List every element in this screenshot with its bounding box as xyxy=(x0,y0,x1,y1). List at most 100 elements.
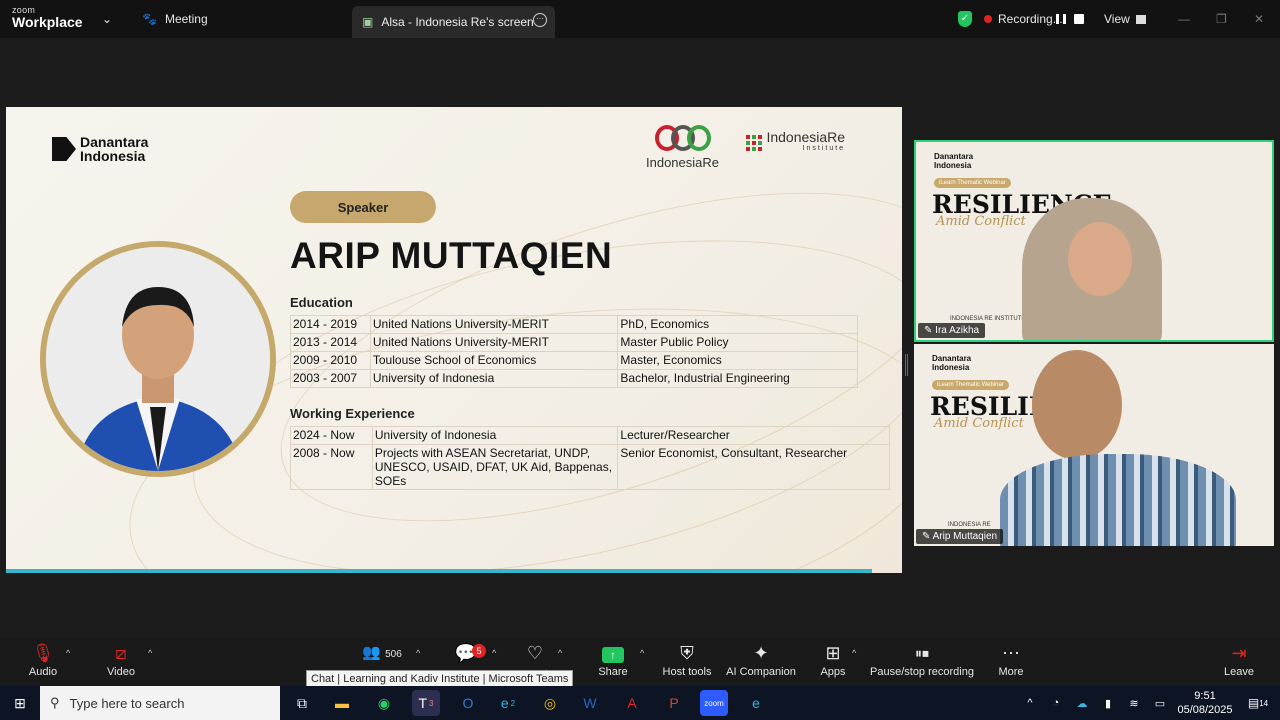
indonesiare-logo-text: IndonesiaRe xyxy=(646,155,719,170)
speaker-pill: Speaker xyxy=(290,191,436,223)
clock-time: 9:51 xyxy=(1194,690,1216,702)
pause-recording-button[interactable] xyxy=(1056,0,1066,38)
work-role: Lecturer/Researcher xyxy=(617,426,890,445)
windows-start-icon[interactable]: ⊞ xyxy=(6,690,34,716)
ai-companion-button[interactable]: ✦ AI Companion xyxy=(722,640,800,686)
chevron-down-icon[interactable]: ⌄ xyxy=(102,0,112,38)
meeting-label: Meeting xyxy=(164,12,208,26)
meeting-stage: Danantara Indonesia IndonesiaRe Indonesi… xyxy=(0,38,1280,638)
education-degree: Master Public Policy xyxy=(617,333,858,352)
teams-icon[interactable]: T3 xyxy=(412,690,440,716)
education-table: 2014 - 2019 United Nations University-MER… xyxy=(290,315,858,388)
zoom-app-icon[interactable]: zoom xyxy=(700,690,728,716)
view-menu[interactable]: View xyxy=(1104,0,1146,38)
tile-subtitle: Amid Conflict xyxy=(936,214,1026,229)
battery-icon[interactable]: ▮ xyxy=(1094,690,1122,716)
pause-stop-recording-button[interactable]: ⏸⏹ Pause/stop recording xyxy=(870,640,974,686)
chevron-up-icon[interactable]: ^ xyxy=(1016,690,1044,716)
taskbar-search[interactable]: ⚲ Type here to search xyxy=(40,686,280,720)
chat-badge: 5 xyxy=(472,644,486,658)
share-caret[interactable]: ^ xyxy=(640,648,644,658)
onedrive-icon[interactable]: ☁ xyxy=(1068,690,1096,716)
participants-caret[interactable]: ^ xyxy=(416,648,420,658)
education-years: 2003 - 2007 xyxy=(290,369,371,388)
education-institution: United Nations University-MERIT xyxy=(369,315,619,334)
meeting-menu[interactable]: 🐾 Meeting xyxy=(142,0,208,38)
pin-icon: ✎ xyxy=(922,531,933,542)
participant-tile[interactable]: Danantara Indonesia iLearn Thematic Webin… xyxy=(914,140,1274,342)
tile-tag: iLearn Thematic Webinar xyxy=(932,380,1009,390)
video-options-caret[interactable]: ^ xyxy=(148,648,152,658)
apps-label: Apps xyxy=(820,666,846,678)
whatsapp-icon[interactable]: ◉ xyxy=(370,690,398,716)
network-status-icon[interactable]: ◔ xyxy=(1042,690,1070,716)
work-heading: Working Experience xyxy=(290,406,415,421)
edge-icon[interactable]: e2 xyxy=(494,690,522,716)
taskbar-clock[interactable]: 9:51 05/08/2025 xyxy=(1172,689,1238,717)
tile-footer: INDONESIA RE xyxy=(948,522,991,528)
leave-button[interactable]: ⇥ Leave xyxy=(1204,640,1274,686)
chat-caret[interactable]: ^ xyxy=(492,648,496,658)
zoom-logo: zoom Workplace xyxy=(12,6,83,30)
more-options-icon[interactable]: ··· xyxy=(533,13,547,27)
education-years: 2013 - 2014 xyxy=(290,333,371,352)
danantara-mark-icon xyxy=(52,137,76,161)
splitter-handle[interactable] xyxy=(905,354,908,376)
close-button[interactable]: ✕ xyxy=(1254,0,1264,38)
file-explorer-icon[interactable]: ▬ xyxy=(328,690,356,716)
education-years: 2014 - 2019 xyxy=(290,315,371,334)
tile-footer: INDONESIA RE INSTITUTE xyxy=(950,316,1026,322)
share-button[interactable]: ↑ Share xyxy=(578,640,648,686)
danantara-logo: Danantara Indonesia xyxy=(52,135,190,163)
task-view-icon[interactable]: ⧉ xyxy=(288,690,316,716)
stop-recording-button[interactable] xyxy=(1074,0,1084,38)
apps-caret[interactable]: ^ xyxy=(852,648,856,658)
tile-tag: iLearn Thematic Webinar xyxy=(934,178,1011,188)
maximize-button[interactable]: ❐ xyxy=(1216,0,1227,38)
wifi-icon[interactable]: ≋ xyxy=(1120,690,1148,716)
pause-icon xyxy=(1056,14,1066,24)
video-off-icon: ⧄ xyxy=(115,643,127,663)
video-button[interactable]: ⧄ Video xyxy=(86,640,156,686)
host-tools-label: Host tools xyxy=(662,666,712,678)
search-icon: ⚲ xyxy=(50,695,60,710)
share-label: Share xyxy=(598,666,628,678)
audio-options-caret[interactable]: ^ xyxy=(66,648,70,658)
education-heading: Education xyxy=(290,295,353,310)
shield-icon: ⛨ xyxy=(680,643,694,663)
education-row: 2013 - 2014 United Nations University-MER… xyxy=(290,333,858,352)
more-button[interactable]: ⋯ More xyxy=(976,640,1046,686)
participant-tile[interactable]: Danantara Indonesia iLearn Thematic Webin… xyxy=(914,344,1274,546)
recording-label: Recording... xyxy=(998,12,1063,26)
participant-name-label: ✎ Ira Azikha xyxy=(918,323,986,338)
outlook-icon[interactable]: O xyxy=(454,690,482,716)
dots-icon xyxy=(746,135,762,151)
minimize-button[interactable]: — xyxy=(1178,0,1190,38)
reactions-caret[interactable]: ^ xyxy=(558,648,562,658)
teams-badge: 3 xyxy=(429,698,434,708)
slide-progress-bar xyxy=(6,569,872,573)
display-icon[interactable]: ▭ xyxy=(1146,690,1174,716)
host-tools-button[interactable]: ⛨ Host tools xyxy=(652,640,722,686)
apps-button[interactable]: ⊞ Apps xyxy=(798,640,868,686)
shield-check-icon[interactable]: ✓ xyxy=(958,0,972,38)
institute-logo: IndonesiaRe Institute xyxy=(746,130,845,155)
apps-icon: ⊞ xyxy=(825,643,841,663)
work-org: University of Indonesia xyxy=(371,426,619,445)
audio-button[interactable]: 🎙 Audio xyxy=(8,640,78,686)
powerpoint-icon[interactable]: P xyxy=(660,690,688,716)
chrome-icon[interactable]: ◎ xyxy=(536,690,564,716)
edge-alt-icon[interactable]: e xyxy=(742,690,770,716)
education-degree: PhD, Economics xyxy=(617,315,858,334)
participant-face xyxy=(1068,222,1132,296)
screen-share-tab[interactable]: ▣ Alsa - Indonesia Re's screen ··· xyxy=(352,6,555,38)
acrobat-icon[interactable]: A xyxy=(618,690,646,716)
share-screen-icon: ↑ xyxy=(578,640,648,666)
record-dot-icon xyxy=(984,15,992,23)
screen-share-icon: ▣ xyxy=(362,15,374,29)
education-degree: Bachelor, Industrial Engineering xyxy=(617,369,858,388)
education-institution: United Nations University-MERIT xyxy=(369,333,619,352)
speaker-photo xyxy=(40,241,276,477)
notifications-icon[interactable]: ▤ 14 xyxy=(1244,690,1272,716)
word-icon[interactable]: W xyxy=(576,690,604,716)
